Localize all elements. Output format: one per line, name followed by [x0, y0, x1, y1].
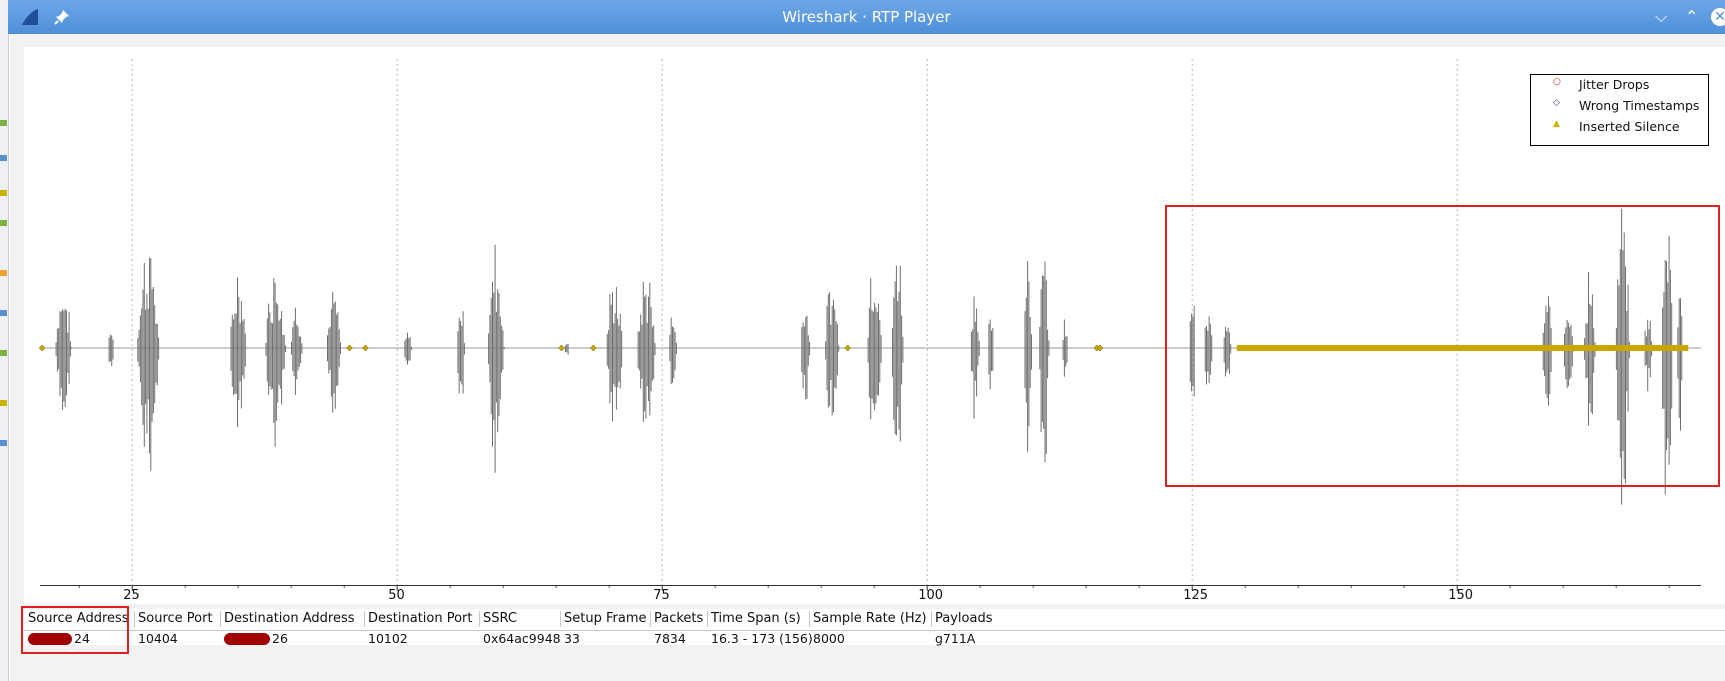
cell-time-span: 16.3 - 173 (156) [711, 631, 813, 646]
cell-payloads: g711A [935, 631, 976, 646]
silence-marker [346, 344, 353, 352]
cell-sample-rate: 8000 [813, 631, 845, 646]
legend-label: Inserted Silence [1579, 119, 1680, 134]
circle-icon: ○ [1553, 77, 1561, 87]
close-button[interactable]: ✕ [1711, 8, 1725, 26]
legend-item-wrong-timestamps: ◇ Wrong Timestamps [1531, 96, 1708, 116]
stream-table[interactable]: Source Address Source Port Destination A… [24, 609, 1725, 646]
column-header-sample-rate[interactable]: Sample Rate (Hz) [813, 611, 927, 629]
column-header-packets[interactable]: Packets [654, 611, 703, 629]
silence-marker [558, 344, 565, 352]
cell-source-port: 10404 [138, 631, 178, 646]
silence-marker [589, 344, 597, 352]
x-tick-label: 150 [1448, 588, 1474, 603]
legend-item-jitter-drops: ○ Jitter Drops [1531, 75, 1708, 95]
cell-destination-address: 26 [272, 631, 288, 646]
triangle-icon: ▲ [1553, 119, 1560, 129]
x-tick-label: 75 [653, 588, 670, 603]
legend-label: Jitter Drops [1579, 77, 1650, 92]
cell-destination-port: 10102 [368, 631, 408, 646]
x-tick-label: 50 [388, 588, 405, 603]
highlight-box-waveform [1165, 205, 1720, 487]
cell-packets: 7834 [654, 631, 686, 646]
legend-item-inserted-silence: ▲ Inserted Silence [1531, 117, 1708, 137]
redaction-mark [224, 633, 270, 645]
column-header-ssrc[interactable]: SSRC [483, 611, 517, 629]
column-header-time-span[interactable]: Time Span (s) [711, 611, 801, 629]
plot-legend: ○ Jitter Drops ◇ Wrong Timestamps ▲ Inse… [1530, 74, 1709, 146]
x-tick-label: 100 [918, 588, 944, 603]
window-title: Wireshark · RTP Player [782, 8, 951, 26]
column-header-payloads[interactable]: Payloads [935, 611, 992, 629]
column-header-source-port[interactable]: Source Port [138, 611, 213, 629]
legend-label: Wrong Timestamps [1579, 98, 1700, 113]
x-tick-label: 125 [1183, 588, 1209, 603]
x-axis-line [40, 585, 1701, 586]
maximize-button[interactable]: ⌃ [1685, 7, 1698, 26]
x-tick-label: 25 [123, 588, 140, 603]
cell-setup-frame: 33 [564, 631, 580, 646]
silence-marker [844, 344, 852, 352]
minimize-button[interactable]: ⌵ [1655, 7, 1667, 27]
background-window-strip [0, 0, 9, 681]
window-titlebar[interactable]: Wireshark · RTP Player ⌵ ⌃ ✕ [8, 0, 1725, 34]
silence-marker [362, 344, 369, 352]
silence-marker [38, 344, 46, 352]
highlight-box-source-address [21, 606, 129, 654]
diamond-icon: ◇ [1553, 98, 1560, 108]
cell-ssrc: 0x64ac9948 [483, 631, 561, 646]
column-header-setup-frame[interactable]: Setup Frame [564, 611, 646, 629]
column-header-destination-address[interactable]: Destination Address [224, 611, 355, 629]
column-header-destination-port[interactable]: Destination Port [368, 611, 473, 629]
